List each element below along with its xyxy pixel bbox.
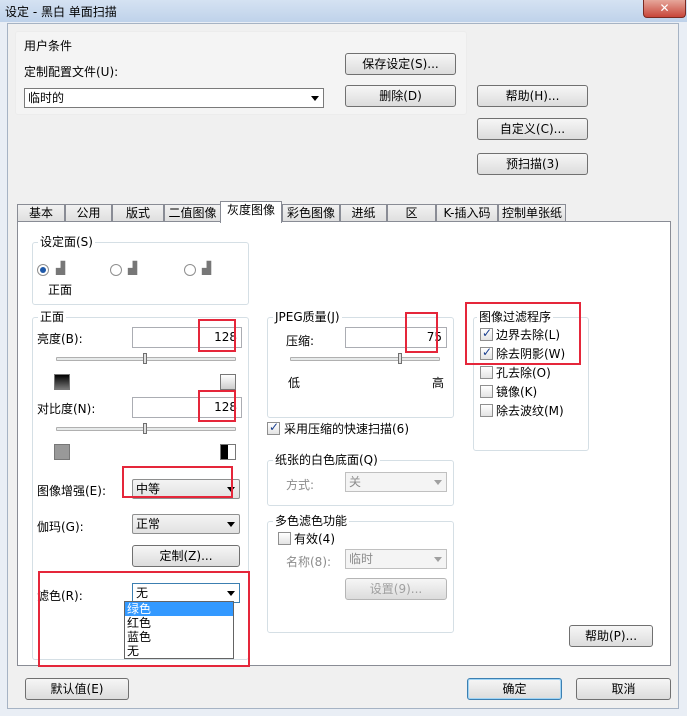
jpeg-group-title: JPEG质量(J)	[273, 310, 342, 324]
multicolor-group-title: 多色滤色功能	[273, 514, 350, 528]
back-page-icon: ▟	[128, 261, 138, 275]
tab-area[interactable]: 区	[387, 204, 436, 222]
light-swatch-icon	[220, 374, 236, 390]
panel-help-button[interactable]: 帮助(P)...	[569, 625, 653, 647]
high-label: 高	[432, 376, 445, 390]
image-filter-highlight-box	[465, 302, 581, 365]
brightness-highlight-box	[198, 319, 236, 352]
prescan-button[interactable]: 预扫描(3)	[477, 153, 588, 175]
tab-color-image[interactable]: 彩色图像	[282, 204, 340, 222]
gamma-select-value: 正常	[136, 517, 161, 531]
chevron-down-icon	[434, 480, 442, 485]
cancel-button[interactable]: 取消	[576, 678, 671, 700]
paper-mode-select[interactable]: 关	[345, 472, 447, 492]
tab-paper-feed[interactable]: 进纸	[340, 204, 387, 222]
tab-single-sheet-control[interactable]: 控制单张纸	[498, 204, 566, 222]
brightness-label: 亮度(B):	[37, 332, 83, 346]
profile-select[interactable]: 临时的	[24, 88, 324, 108]
compress-label: 压缩:	[286, 334, 315, 348]
contrast-slider-thumb[interactable]	[143, 423, 147, 434]
multicolor-name-select[interactable]: 临时	[345, 549, 447, 569]
help-button[interactable]: 帮助(H)...	[477, 85, 588, 107]
chevron-down-icon	[311, 96, 319, 101]
filter-highlight-box	[38, 571, 250, 667]
compress-slider-track[interactable]	[290, 357, 440, 361]
tab-binary-image[interactable]: 二值图像	[164, 204, 221, 222]
low-contrast-swatch-icon	[54, 444, 70, 460]
gamma-select[interactable]: 正常	[132, 514, 240, 534]
tab-k-imprint[interactable]: K-插入码	[436, 204, 498, 222]
save-settings-button[interactable]: 保存设定(S)...	[345, 53, 456, 75]
hole-removal-checkbox[interactable]	[480, 366, 493, 379]
paper-mode-label: 方式:	[286, 478, 315, 492]
both-pages-icon: ▟	[202, 261, 212, 275]
front-page-icon: ▟	[56, 261, 66, 275]
profile-select-value: 临时的	[28, 91, 65, 105]
customize-button[interactable]: 自定义(C)...	[477, 118, 588, 140]
tab-common[interactable]: 公用	[65, 204, 112, 222]
dark-swatch-icon	[54, 374, 70, 390]
settings-dialog: 设定 - 黑白 单面扫描 ✕ 用户条件 定制配置文件(U): 临时的 保存设定(…	[0, 0, 687, 716]
fast-scan-label: 采用压缩的快速扫描(6)	[284, 422, 409, 436]
tab-basic[interactable]: 基本	[17, 204, 65, 222]
high-contrast-swatch-icon	[220, 444, 236, 460]
close-button[interactable]: ✕	[643, 0, 686, 18]
low-label: 低	[288, 376, 301, 390]
tab-grayscale-image[interactable]: 灰度图像	[220, 201, 282, 223]
title-bar: 设定 - 黑白 单面扫描 ✕	[0, 0, 687, 22]
enhance-highlight-box	[122, 466, 233, 498]
multicolor-name-label: 名称(8):	[286, 555, 332, 569]
moire-removal-checkbox[interactable]	[480, 404, 493, 417]
compress-slider-thumb[interactable]	[398, 353, 402, 364]
side-group-title: 设定面(S)	[38, 235, 95, 249]
paper-white-group-title: 纸张的白色底面(Q)	[273, 453, 380, 467]
multicolor-enable-checkbox[interactable]	[278, 532, 291, 545]
enhance-label: 图像增强(E):	[37, 484, 106, 498]
jpeg-highlight-box	[405, 312, 438, 353]
moire-removal-label: 除去波纹(M)	[496, 404, 564, 418]
side-back-radio[interactable]	[110, 264, 122, 276]
mirror-checkbox[interactable]	[480, 385, 493, 398]
window-title: 设定 - 黑白 单面扫描	[5, 5, 117, 19]
profile-label: 定制配置文件(U):	[24, 65, 119, 79]
multicolor-name-value: 临时	[349, 552, 374, 566]
side-front-radio[interactable]	[37, 264, 49, 276]
multicolor-enable-label: 有效(4)	[294, 532, 335, 546]
custom-gamma-button[interactable]: 定制(Z)...	[132, 545, 240, 567]
side-both-radio[interactable]	[184, 264, 196, 276]
hole-removal-label: 孔去除(O)	[496, 366, 551, 380]
chevron-down-icon	[434, 557, 442, 562]
front-group-title: 正面	[38, 310, 67, 324]
tab-layout[interactable]: 版式	[112, 204, 164, 222]
gamma-label: 伽玛(G):	[37, 520, 84, 534]
paper-mode-value: 关	[349, 475, 362, 489]
user-conditions-title: 用户条件	[24, 39, 73, 53]
ok-button[interactable]: 确定	[467, 678, 562, 700]
multicolor-settings-button[interactable]: 设置(9)...	[345, 578, 447, 600]
front-caption: 正面	[48, 283, 73, 297]
delete-button[interactable]: 删除(D)	[345, 85, 456, 107]
brightness-slider-thumb[interactable]	[143, 353, 147, 364]
chevron-down-icon	[227, 522, 235, 527]
fast-scan-checkbox[interactable]	[267, 420, 280, 435]
contrast-highlight-box	[198, 390, 236, 422]
default-button[interactable]: 默认值(E)	[25, 678, 129, 700]
mirror-label: 镜像(K)	[496, 385, 538, 399]
contrast-label: 对比度(N):	[37, 402, 96, 416]
